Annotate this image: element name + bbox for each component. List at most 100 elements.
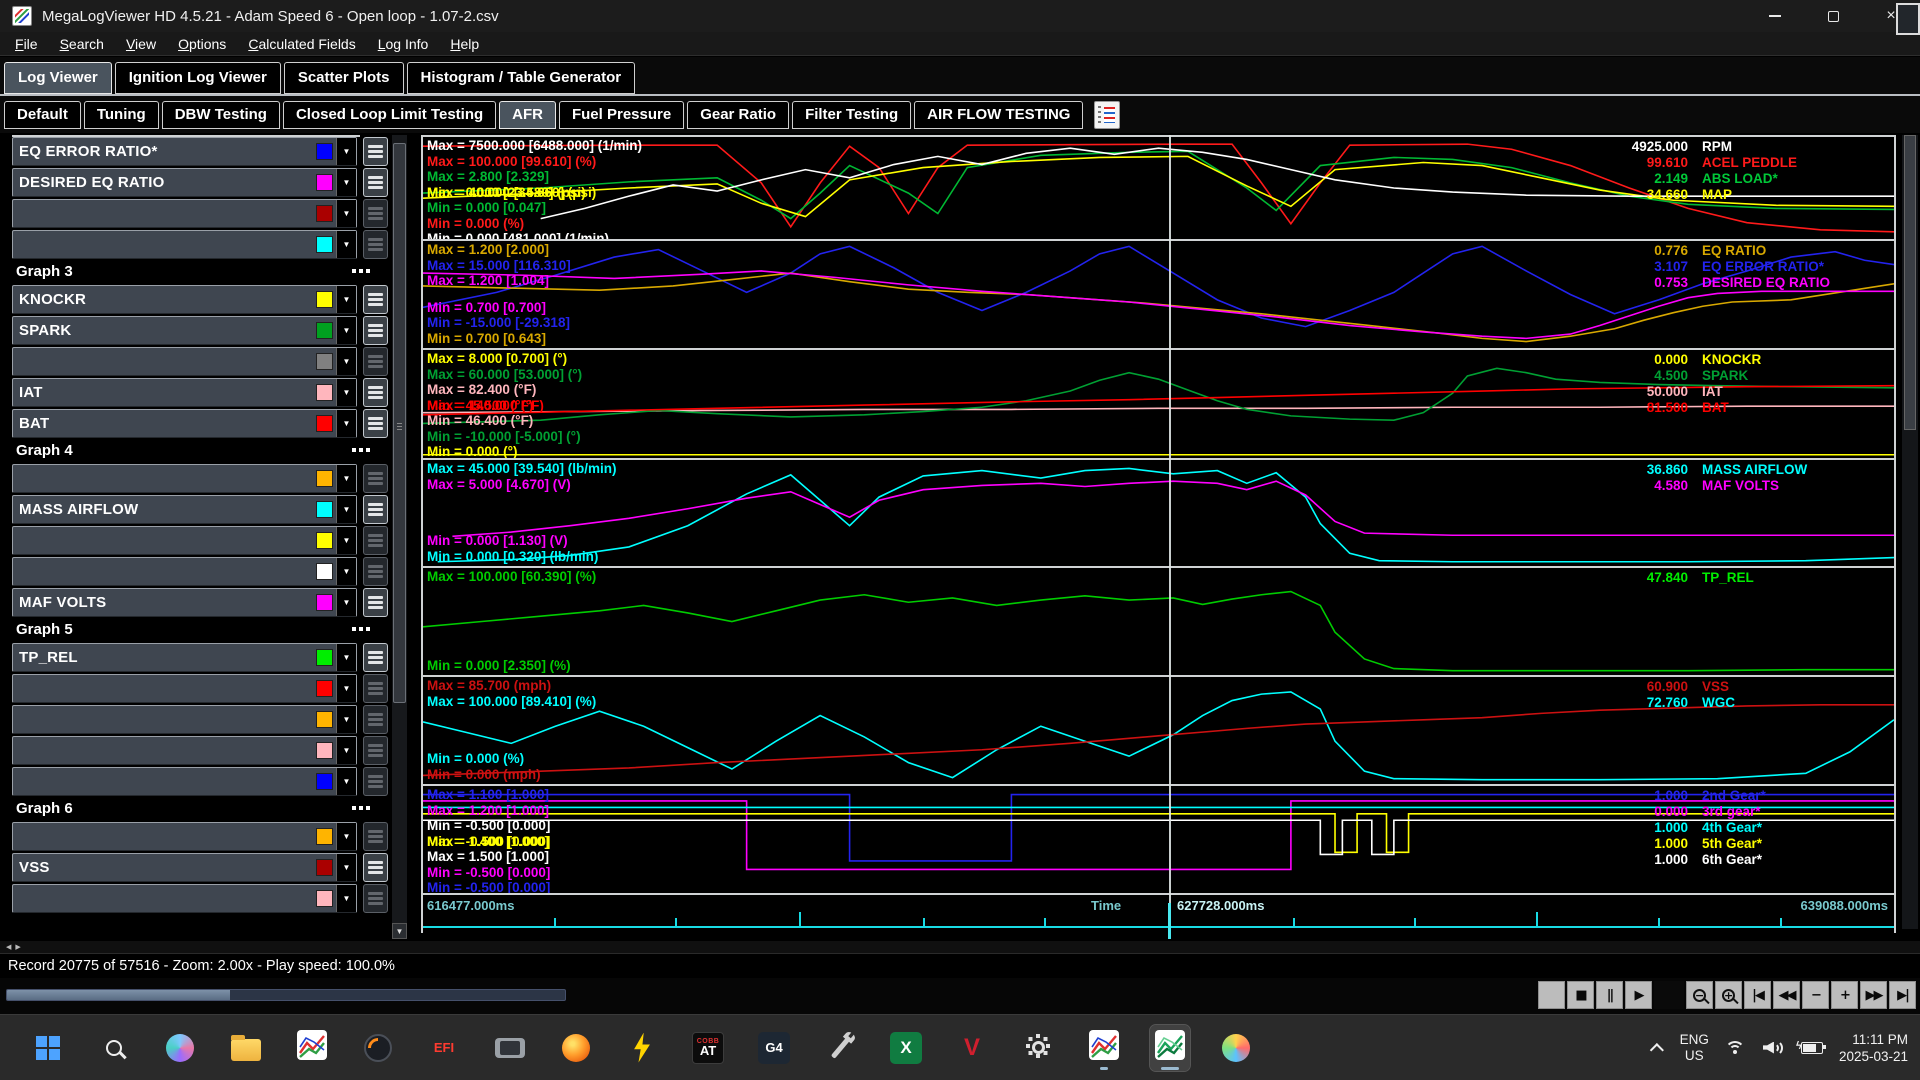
channel-row-empty[interactable]: ▼ (12, 199, 388, 228)
channel-dropdown-icon[interactable]: ▼ (336, 558, 356, 585)
channel-color-swatch[interactable] (316, 711, 333, 728)
menu-log-info[interactable]: Log Info (369, 34, 438, 54)
channel-color-swatch[interactable] (316, 143, 333, 160)
group-options-button[interactable] (352, 448, 370, 452)
clock[interactable]: 11:11 PM 2025-03-21 (1839, 1031, 1908, 1065)
channel-color-swatch[interactable] (316, 680, 333, 697)
channel-select[interactable]: KNOCKR▼ (12, 285, 357, 314)
channel-row-empty[interactable]: ▼ (12, 557, 388, 586)
channel-dropdown-icon[interactable]: ▼ (336, 286, 356, 313)
channel-color-swatch[interactable] (316, 322, 333, 339)
file-explorer-icon[interactable] (226, 1025, 266, 1071)
playback-step-forward-button[interactable]: + (1831, 981, 1858, 1009)
channel-row-empty[interactable]: ▼ (12, 736, 388, 765)
channel-dropdown-icon[interactable]: ▼ (336, 706, 356, 733)
copilot-icon[interactable] (160, 1025, 200, 1071)
view-tab-afr[interactable]: AFR (499, 101, 556, 129)
channel-menu-button[interactable] (363, 464, 388, 493)
channel-row-vss[interactable]: VSS▼ (12, 853, 388, 882)
channel-menu-button[interactable] (363, 526, 388, 555)
channel-color-swatch[interactable] (316, 594, 333, 611)
channel-dropdown-icon[interactable]: ▼ (336, 496, 356, 523)
channel-row-tp-rel[interactable]: TP_REL▼ (12, 643, 388, 672)
minimize-button[interactable] (1746, 0, 1804, 32)
channel-row-empty[interactable]: ▼ (12, 705, 388, 734)
channel-dropdown-icon[interactable]: ▼ (336, 885, 356, 912)
cobb-accesstuner-icon[interactable]: COBBAT (688, 1025, 728, 1071)
channel-dropdown-icon[interactable]: ▼ (336, 465, 356, 492)
tray-expand-icon[interactable] (1649, 1043, 1663, 1057)
channel-menu-button[interactable] (363, 643, 388, 672)
channel-select[interactable]: ▼ (12, 199, 357, 228)
settings-gear-icon[interactable] (1018, 1025, 1058, 1071)
channel-menu-button[interactable] (363, 588, 388, 617)
channel-menu-button[interactable] (363, 168, 388, 197)
battery-icon[interactable]: ϟ (1801, 1042, 1823, 1054)
wifi-icon[interactable] (1725, 1040, 1747, 1056)
channel-row-empty[interactable]: ▼ (12, 230, 388, 259)
channel-row-mass-airflow[interactable]: MASS AIRFLOW▼ (12, 495, 388, 524)
channel-select[interactable]: DESIRED EQ RATIO▼ (12, 168, 357, 197)
channel-dropdown-icon[interactable]: ▼ (336, 644, 356, 671)
channel-row-desired-eq-ratio[interactable]: DESIRED EQ RATIO▼ (12, 168, 388, 197)
channel-row-empty[interactable]: ▼ (12, 347, 388, 376)
view-tab-default[interactable]: Default (4, 101, 81, 129)
tuner-device-icon[interactable] (490, 1025, 530, 1071)
channel-color-swatch[interactable] (316, 174, 333, 191)
playback-speed-button[interactable] (1538, 981, 1565, 1009)
channel-dropdown-icon[interactable]: ▼ (336, 768, 356, 795)
channel-dropdown-icon[interactable]: ▼ (336, 675, 356, 702)
tunerstudio-icon[interactable] (358, 1025, 398, 1071)
channel-select[interactable]: VSS▼ (12, 853, 357, 882)
view-tab-fuel-pressure[interactable]: Fuel Pressure (559, 101, 684, 129)
menu-calculated-fields[interactable]: Calculated Fields (239, 34, 364, 54)
lightning-icon[interactable] (622, 1025, 662, 1071)
megalogviewer-hd-icon[interactable] (1084, 1025, 1124, 1071)
cursor-line[interactable] (1169, 135, 1171, 903)
wrench-icon[interactable] (820, 1025, 860, 1071)
channel-select[interactable]: ▼ (12, 347, 357, 376)
channel-row-empty[interactable]: ▼ (12, 767, 388, 796)
channel-menu-button[interactable] (363, 495, 388, 524)
group-options-button[interactable] (352, 627, 370, 631)
tab-scatter-plots[interactable]: Scatter Plots (284, 62, 404, 94)
playback-step-back-button[interactable]: − (1802, 981, 1829, 1009)
channel-dropdown-icon[interactable]: ▼ (336, 231, 356, 258)
channel-select[interactable]: ▼ (12, 557, 357, 586)
channel-color-swatch[interactable] (316, 415, 333, 432)
channel-select[interactable]: BAT▼ (12, 409, 357, 438)
view-tab-dbw-testing[interactable]: DBW Testing (162, 101, 280, 129)
channel-menu-button[interactable] (363, 767, 388, 796)
scroll-left-icon[interactable]: ◀ (6, 943, 11, 951)
notes-icon[interactable] (1094, 101, 1120, 129)
playback-rewind-button[interactable]: ◀◀ (1773, 981, 1800, 1009)
view-tab-closed-loop-limit-testing[interactable]: Closed Loop Limit Testing (283, 101, 496, 129)
channel-select[interactable]: ▼ (12, 674, 357, 703)
playback-skip-start-button[interactable]: |◀ (1744, 981, 1771, 1009)
g4-tuner-icon[interactable]: G4 (754, 1025, 794, 1071)
playback-play-button[interactable]: ▶ (1625, 981, 1652, 1009)
channel-select[interactable]: MAF VOLTS▼ (12, 588, 357, 617)
channel-dropdown-icon[interactable]: ▼ (336, 317, 356, 344)
channel-menu-button[interactable] (363, 853, 388, 882)
channel-menu-button[interactable] (363, 705, 388, 734)
channel-color-swatch[interactable] (316, 384, 333, 401)
channel-select[interactable]: ▼ (12, 705, 357, 734)
maximize-button[interactable] (1804, 0, 1862, 32)
efi-analytics-icon[interactable]: EFI (424, 1025, 464, 1071)
channel-color-swatch[interactable] (316, 291, 333, 308)
channel-menu-button[interactable] (363, 285, 388, 314)
channel-row-empty[interactable]: ▼ (12, 884, 388, 913)
graph-panel-eq-group[interactable]: Max = 1.200 [2.000]Max = 15.000 [116.310… (423, 241, 1894, 350)
channel-color-swatch[interactable] (316, 353, 333, 370)
sidebar-scrollbar-thumb[interactable] (393, 143, 406, 703)
channel-menu-button[interactable] (363, 884, 388, 913)
group-options-button[interactable] (352, 269, 370, 273)
tab-ignition-log-viewer[interactable]: Ignition Log Viewer (115, 62, 281, 94)
sidebar-scrollbar[interactable]: ▼ (392, 135, 407, 939)
channel-color-swatch[interactable] (316, 563, 333, 580)
channel-row-spark[interactable]: SPARK▼ (12, 316, 388, 345)
channel-menu-button[interactable] (363, 137, 388, 166)
menu-view[interactable]: View (117, 34, 165, 54)
channel-select[interactable]: ▼ (12, 884, 357, 913)
